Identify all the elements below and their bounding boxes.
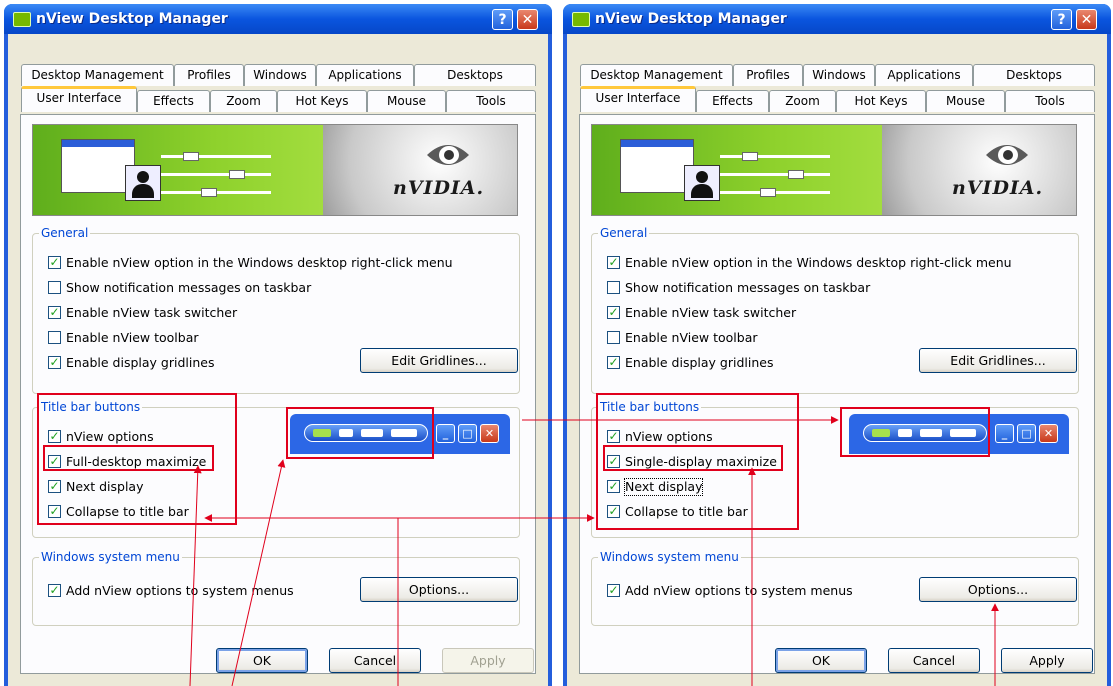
tab-profiles[interactable]: Profiles xyxy=(174,64,244,86)
ok-button[interactable]: OK xyxy=(216,648,308,673)
checkbox-box[interactable]: ✓ xyxy=(607,306,620,319)
tab-tools[interactable]: Tools xyxy=(446,90,536,112)
checkbox-label: Enable display gridlines xyxy=(66,355,215,370)
edit-gridlines-button[interactable]: Edit Gridlines... xyxy=(360,348,518,373)
tab-mouse[interactable]: Mouse xyxy=(926,90,1005,112)
system-menu-legend: Windows system menu xyxy=(41,550,180,564)
tab-tools[interactable]: Tools xyxy=(1005,90,1095,112)
edit-gridlines-button[interactable]: Edit Gridlines... xyxy=(919,348,1077,373)
checkbox-label: Show notification messages on taskbar xyxy=(66,280,312,295)
highlight-maximize-left xyxy=(43,445,214,471)
checkbox-box[interactable]: ✓ xyxy=(607,256,620,269)
nvidia-app-icon xyxy=(572,12,590,27)
tab-user-interface[interactable]: User Interface xyxy=(21,86,137,112)
tab-profiles[interactable]: Profiles xyxy=(733,64,803,86)
nvidia-brand: nVIDIA. xyxy=(952,177,1044,199)
checkbox-label: Enable nView toolbar xyxy=(66,330,199,345)
checkbox-box[interactable] xyxy=(607,331,620,344)
tab-zoom[interactable]: Zoom xyxy=(210,90,277,112)
nvidia-eye-icon xyxy=(986,145,1028,165)
tab-desktops[interactable]: Desktops xyxy=(973,64,1095,86)
checkbox-label: Add nView options to system menus xyxy=(66,583,294,598)
tab-windows[interactable]: Windows xyxy=(803,64,875,86)
tab-effects[interactable]: Effects xyxy=(696,90,769,112)
apply-button: Apply xyxy=(442,648,534,673)
close-button[interactable]: ✕ xyxy=(517,9,538,30)
close-button[interactable]: ✕ xyxy=(1076,9,1097,30)
user-icon xyxy=(125,165,161,201)
title-bar[interactable]: nView Desktop Manager ? ✕ xyxy=(563,4,1111,34)
tab-windows[interactable]: Windows xyxy=(244,64,316,86)
apply-button[interactable]: Apply xyxy=(1001,648,1093,673)
nvidia-eye-icon xyxy=(427,145,469,165)
maximize-icon: □ xyxy=(1017,424,1036,443)
dialog-window-left: nView Desktop Manager ? ✕ Desktop Manage… xyxy=(4,4,552,686)
checkbox-box[interactable]: ✓ xyxy=(48,256,61,269)
user-icon xyxy=(684,165,720,201)
window-title: nView Desktop Manager xyxy=(36,11,228,27)
window-title: nView Desktop Manager xyxy=(595,11,787,27)
minimize-icon: _ xyxy=(995,424,1014,443)
tab-desktop-management[interactable]: Desktop Management xyxy=(21,64,174,86)
dialog-window-right: nView Desktop Manager ? ✕ Desktop Manage… xyxy=(563,4,1111,686)
cancel-button[interactable]: Cancel xyxy=(329,648,421,673)
checkbox-box[interactable] xyxy=(607,281,620,294)
checkbox-box[interactable] xyxy=(48,331,61,344)
nvidia-brand: nVIDIA. xyxy=(393,177,485,199)
checkbox-label: Enable nView task switcher xyxy=(625,305,797,320)
tab-desktop-management[interactable]: Desktop Management xyxy=(580,64,733,86)
nvidia-banner: nVIDIA. xyxy=(591,124,1077,216)
screen-illustration xyxy=(620,139,694,193)
general-legend: General xyxy=(600,226,648,240)
nvidia-banner: nVIDIA. xyxy=(32,124,518,216)
ok-button[interactable]: OK xyxy=(775,648,867,673)
highlight-maximize-right xyxy=(603,445,783,471)
checkbox-box[interactable]: ✓ xyxy=(607,356,620,369)
checkbox-label: Add nView options to system menus xyxy=(625,583,853,598)
checkbox-label: Show notification messages on taskbar xyxy=(625,280,871,295)
options-button[interactable]: Options... xyxy=(919,577,1077,602)
close-icon: ✕ xyxy=(480,424,499,443)
close-icon: ✕ xyxy=(1039,424,1058,443)
minimize-icon: _ xyxy=(436,424,455,443)
tab-hot-keys[interactable]: Hot Keys xyxy=(836,90,926,112)
checkbox-label: Enable nView option in the Windows deskt… xyxy=(625,255,1012,270)
checkbox-label: Enable nView task switcher xyxy=(66,305,238,320)
options-button[interactable]: Options... xyxy=(360,577,518,602)
system-menu-legend: Windows system menu xyxy=(600,550,739,564)
dialog-client: Desktop Management Profiles Windows Appl… xyxy=(567,34,1107,686)
tab-effects[interactable]: Effects xyxy=(137,90,210,112)
general-legend: General xyxy=(41,226,89,240)
checkbox-box[interactable] xyxy=(48,281,61,294)
checkbox-box[interactable]: ✓ xyxy=(48,356,61,369)
highlight-preview-left xyxy=(286,407,434,459)
checkbox-box[interactable]: ✓ xyxy=(607,584,620,597)
cancel-button[interactable]: Cancel xyxy=(888,648,980,673)
checkbox-box[interactable]: ✓ xyxy=(48,306,61,319)
highlight-preview-right xyxy=(840,407,990,457)
help-button[interactable]: ? xyxy=(492,9,513,30)
maximize-icon: □ xyxy=(458,424,477,443)
checkbox-label: Enable nView toolbar xyxy=(625,330,758,345)
nvidia-app-icon xyxy=(13,12,31,27)
dialog-client: Desktop Management Profiles Windows Appl… xyxy=(8,34,548,686)
tab-zoom[interactable]: Zoom xyxy=(769,90,836,112)
tab-mouse[interactable]: Mouse xyxy=(367,90,446,112)
tab-applications[interactable]: Applications xyxy=(316,64,414,86)
checkbox-label: Enable display gridlines xyxy=(625,355,774,370)
tab-hot-keys[interactable]: Hot Keys xyxy=(277,90,367,112)
tab-applications[interactable]: Applications xyxy=(875,64,973,86)
checkbox-label: Enable nView option in the Windows deskt… xyxy=(66,255,453,270)
title-bar[interactable]: nView Desktop Manager ? ✕ xyxy=(4,4,552,34)
tab-desktops[interactable]: Desktops xyxy=(414,64,536,86)
checkbox-box[interactable]: ✓ xyxy=(48,584,61,597)
help-button[interactable]: ? xyxy=(1051,9,1072,30)
screen-illustration xyxy=(61,139,135,193)
tab-user-interface[interactable]: User Interface xyxy=(580,86,696,112)
